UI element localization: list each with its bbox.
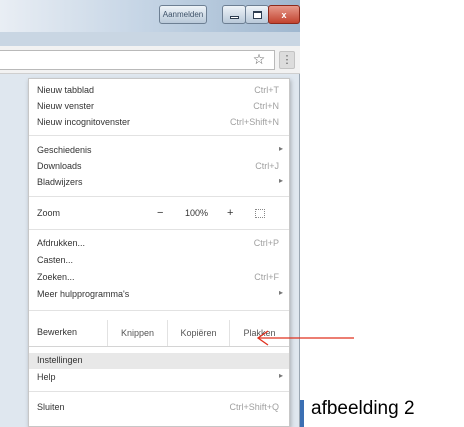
menu-item-label: Sluiten xyxy=(37,402,65,412)
menu-item-label: Geschiedenis xyxy=(37,145,92,155)
menu-item-label: Meer hulpprogramma's xyxy=(37,289,130,299)
menu-item-label: Bewerken xyxy=(37,327,78,337)
annotation-arrow-icon xyxy=(256,330,354,346)
menu-item-label: Nieuw venster xyxy=(37,101,95,111)
address-bar[interactable] xyxy=(0,50,275,70)
menu-item-shortcut: Ctrl+Shift+Q xyxy=(229,402,279,412)
signin-button[interactable]: Aanmelden xyxy=(159,5,207,24)
menu-item-print[interactable]: Afdrukken... Ctrl+P xyxy=(29,236,289,252)
menu-item-settings[interactable]: Instellingen xyxy=(29,353,289,369)
menu-separator xyxy=(29,135,289,136)
zoom-level: 100% xyxy=(185,208,209,218)
menu-item-help[interactable]: Help ▸ xyxy=(29,370,289,386)
menu-item-find[interactable]: Zoeken... Ctrl+F xyxy=(29,270,289,286)
close-button[interactable]: x xyxy=(268,5,300,24)
chrome-menu: Nieuw tabblad Ctrl+T Nieuw venster Ctrl+… xyxy=(28,78,290,427)
browser-window: Aanmelden x ☆ ⋮ Nieuw tabblad Ctrl+T Nie… xyxy=(0,0,300,427)
cut-button[interactable]: Knippen xyxy=(107,320,167,346)
menu-separator xyxy=(29,391,289,392)
maximize-button[interactable] xyxy=(245,5,269,24)
zoom-out-button[interactable]: − xyxy=(157,207,163,219)
browser-toolbar: ☆ ⋮ xyxy=(0,46,300,74)
menu-item-label: Afdrukken... xyxy=(37,238,86,248)
menu-item-label: Casten... xyxy=(37,255,74,265)
menu-zoom-row: Zoom − 100% + xyxy=(29,206,289,222)
chevron-right-icon: ▸ xyxy=(278,371,283,380)
zoom-in-button[interactable]: + xyxy=(227,207,233,219)
menu-item-label: Zoeken... xyxy=(37,272,75,282)
chevron-right-icon: ▸ xyxy=(278,144,283,153)
menu-separator xyxy=(29,346,289,347)
star-icon[interactable]: ☆ xyxy=(250,51,268,69)
minimize-button[interactable] xyxy=(222,5,246,24)
menu-separator xyxy=(29,196,289,197)
menu-item-exit[interactable]: Sluiten Ctrl+Shift+Q xyxy=(29,400,289,416)
menu-edit-row: Bewerken Knippen Kopiëren Plakken xyxy=(29,320,289,346)
caption-marker xyxy=(300,400,304,427)
menu-item-new-incognito[interactable]: Nieuw incognitovenster Ctrl+Shift+N xyxy=(29,115,289,131)
menu-item-label: Help xyxy=(37,372,56,382)
chrome-menu-icon[interactable]: ⋮ xyxy=(279,51,295,69)
menu-item-label: Zoom xyxy=(37,208,61,218)
fullscreen-icon[interactable] xyxy=(255,209,265,218)
menu-item-label: Bladwijzers xyxy=(37,177,83,187)
maximize-icon xyxy=(252,10,262,19)
menu-item-downloads[interactable]: Downloads Ctrl+J xyxy=(29,159,289,175)
menu-item-shortcut: Ctrl+T xyxy=(254,85,279,95)
menu-item-label: Nieuw incognitovenster xyxy=(37,117,131,127)
menu-item-history[interactable]: Geschiedenis ▸ xyxy=(29,143,289,159)
menu-item-bookmarks[interactable]: Bladwijzers ▸ xyxy=(29,175,289,191)
menu-item-label: Downloads xyxy=(37,161,82,171)
menu-item-new-tab[interactable]: Nieuw tabblad Ctrl+T xyxy=(29,83,289,99)
chevron-right-icon: ▸ xyxy=(278,288,283,297)
menu-item-shortcut: Ctrl+J xyxy=(255,161,279,171)
tab-strip xyxy=(0,32,300,46)
menu-item-cast[interactable]: Casten... xyxy=(29,253,289,269)
chevron-right-icon: ▸ xyxy=(278,176,283,185)
menu-item-shortcut: Ctrl+P xyxy=(253,238,279,248)
copy-button[interactable]: Kopiëren xyxy=(167,320,229,346)
minimize-icon xyxy=(229,15,239,19)
menu-item-shortcut: Ctrl+Shift+N xyxy=(229,117,279,127)
title-bar: Aanmelden x xyxy=(0,0,300,32)
menu-separator xyxy=(29,229,289,230)
menu-item-more-tools[interactable]: Meer hulpprogramma's ▸ xyxy=(29,287,289,303)
menu-item-shortcut: Ctrl+N xyxy=(253,101,279,111)
figure-caption: afbeelding 2 xyxy=(311,398,415,419)
menu-item-label: Nieuw tabblad xyxy=(37,85,95,95)
menu-separator xyxy=(29,310,289,311)
menu-item-shortcut: Ctrl+F xyxy=(254,272,279,282)
menu-item-new-window[interactable]: Nieuw venster Ctrl+N xyxy=(29,99,289,115)
menu-item-label: Instellingen xyxy=(37,355,83,365)
